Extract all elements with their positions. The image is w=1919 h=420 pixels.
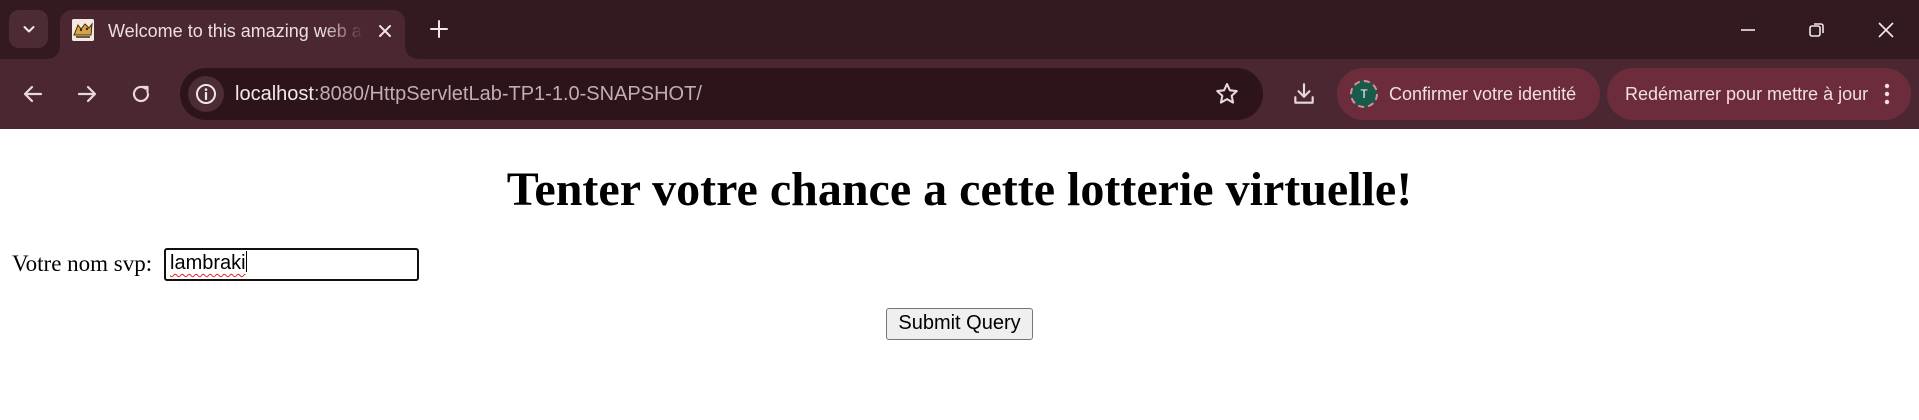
name-input[interactable]: lambraki xyxy=(164,248,419,281)
url-text[interactable]: localhost:8080/HttpServletLab-TP1-1.0-SN… xyxy=(235,82,702,106)
page-title: Tenter votre chance a cette lotterie vir… xyxy=(506,163,1413,216)
minimize-button[interactable] xyxy=(1728,10,1768,50)
arrow-left-icon xyxy=(23,85,43,103)
text-caret xyxy=(245,251,247,272)
tab-close-button[interactable] xyxy=(373,19,397,43)
star-icon xyxy=(1216,83,1238,104)
restart-to-update-button[interactable]: Redémarrer pour mettre à jour xyxy=(1607,68,1911,120)
url-host: localhost xyxy=(235,83,314,105)
identity-label: Confirmer votre identité xyxy=(1389,84,1577,104)
submit-button[interactable]: Submit Query xyxy=(886,308,1033,340)
site-info-button[interactable] xyxy=(188,76,224,112)
new-tab-button[interactable] xyxy=(425,15,453,43)
bookmark-button[interactable] xyxy=(1213,80,1241,108)
browser-tab-active[interactable]: Welcome to this amazing web application xyxy=(48,10,417,59)
tomcat-icon xyxy=(72,19,94,41)
browser-title-bar: Welcome to this amazing web application xyxy=(0,0,1919,59)
close-icon xyxy=(379,25,391,37)
restore-icon xyxy=(1809,23,1824,37)
restore-button[interactable] xyxy=(1797,10,1837,50)
minimize-icon xyxy=(1741,29,1755,31)
browser-menu-button[interactable] xyxy=(1877,82,1897,106)
avatar: T xyxy=(1350,80,1378,108)
tab-search-button[interactable] xyxy=(9,10,48,48)
reload-icon xyxy=(132,85,150,103)
profile-identity-chip[interactable]: T Confirmer votre identité xyxy=(1337,68,1600,120)
plus-icon xyxy=(430,20,448,38)
downloads-button[interactable] xyxy=(1284,74,1324,114)
tab-title: Welcome to this amazing web application xyxy=(108,21,364,41)
close-window-button[interactable] xyxy=(1866,10,1906,50)
close-icon xyxy=(1878,22,1894,38)
browser-toolbar: localhost:8080/HttpServletLab-TP1-1.0-SN… xyxy=(0,59,1919,129)
restart-label: Redémarrer pour mettre à jour xyxy=(1625,84,1869,104)
name-label: Votre nom svp: xyxy=(12,251,153,276)
more-vertical-icon xyxy=(1884,83,1890,105)
reload-button[interactable] xyxy=(121,74,161,114)
chevron-down-icon xyxy=(23,26,34,33)
address-bar[interactable]: localhost:8080/HttpServletLab-TP1-1.0-SN… xyxy=(180,68,1263,120)
download-icon xyxy=(1294,83,1314,104)
name-input-value: lambraki xyxy=(170,252,246,274)
page-content: Tenter votre chance a cette lotterie vir… xyxy=(0,129,1919,420)
forward-button[interactable] xyxy=(67,74,107,114)
url-path: :8080/HttpServletLab-TP1-1.0-SNAPSHOT/ xyxy=(313,83,702,105)
info-icon xyxy=(196,84,216,104)
back-button[interactable] xyxy=(13,74,53,114)
arrow-right-icon xyxy=(77,85,97,103)
